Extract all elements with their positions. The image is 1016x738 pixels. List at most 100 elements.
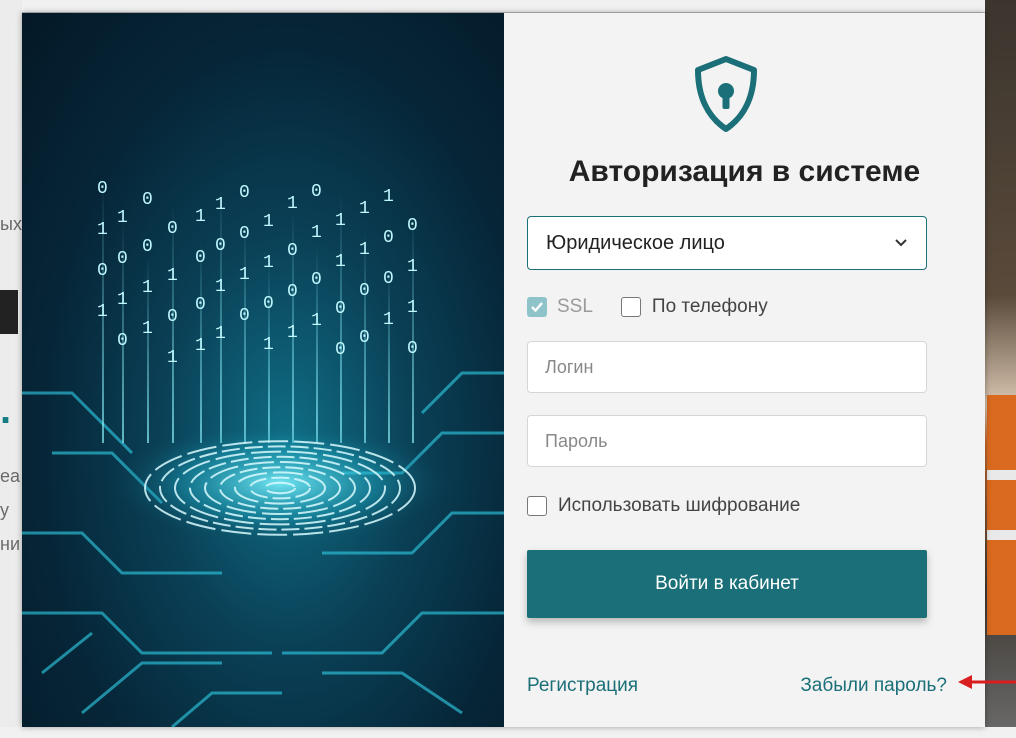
binary-digit-glyph: 1: [287, 323, 298, 343]
password-input[interactable]: Пароль: [527, 415, 927, 467]
fingerprint-hero-image: 0101101001101010011011010010110100110101…: [22, 13, 504, 727]
binary-digit-glyph: 0: [383, 228, 394, 248]
circuit-trace: [22, 531, 222, 575]
background-bottom-strip: [0, 727, 1016, 738]
binary-digit-glyph: 1: [142, 278, 153, 298]
encryption-label: Использовать шифрование: [558, 495, 801, 516]
phone-label: По телефону: [651, 296, 768, 317]
background-text-fragment: ea: [0, 466, 21, 486]
light-beam: [220, 188, 222, 443]
binary-digit-glyph: 1: [335, 252, 346, 272]
binary-digit-glyph: 0: [142, 237, 153, 257]
binary-digit-glyph: 0: [142, 190, 153, 210]
background-dark-block: [0, 290, 18, 334]
binary-digit-glyph: 1: [215, 195, 226, 215]
login-submit-button[interactable]: Войти в кабинет: [527, 550, 927, 618]
entity-type-select[interactable]: Юридическое лицо: [527, 216, 927, 270]
binary-digit-glyph: 1: [407, 257, 418, 277]
circuit-trace: [282, 611, 504, 655]
background-worker-vest: [987, 395, 1016, 635]
binary-digit-glyph: 0: [239, 224, 250, 244]
binary-digit-glyph: 0: [167, 307, 178, 327]
binary-digit-glyph: 1: [311, 311, 322, 331]
page-title: Авторизация в системе: [568, 155, 921, 188]
binary-digit-glyph: 0: [335, 299, 346, 319]
binary-digit-glyph: 1: [335, 211, 346, 231]
background-vest-stripe: [987, 470, 1016, 480]
binary-digit-glyph: 1: [97, 302, 108, 322]
hero-illustration: 0101101001101010011011010010110100110101…: [22, 179, 504, 727]
light-beam: [412, 214, 414, 443]
binary-digit-glyph: 0: [287, 282, 298, 302]
binary-digit-glyph: 0: [195, 248, 206, 268]
chevron-down-icon: [895, 239, 907, 247]
binary-digit-glyph: 0: [97, 179, 108, 199]
background-text-fragment: ни: [0, 534, 20, 554]
binary-digit-glyph: 0: [407, 216, 418, 236]
binary-digit-glyph: 0: [195, 295, 206, 315]
ssl-label: SSL: [557, 296, 593, 317]
binary-digit-glyph: 0: [359, 328, 370, 348]
register-link[interactable]: Регистрация: [527, 675, 638, 697]
binary-digit-glyph: 1: [117, 208, 128, 228]
phone-checkbox[interactable]: [620, 297, 641, 317]
light-beam: [388, 267, 390, 443]
entity-type-value: Юридическое лицо: [546, 231, 725, 254]
background-text-fragment: y: [0, 500, 9, 520]
binary-digit-glyph: 1: [215, 324, 226, 344]
binary-digit-glyph: 0: [117, 331, 128, 351]
background-top-strip: [0, 0, 1016, 12]
binary-digit-glyph: 1: [142, 319, 153, 339]
circuit-trace: [322, 671, 463, 715]
circuit-trace: [81, 661, 222, 715]
shield-keyhole-icon: [695, 56, 757, 132]
connection-options: SSL По телефону: [527, 296, 768, 318]
binary-digit-glyph: 1: [215, 277, 226, 297]
ssl-checkbox[interactable]: [527, 297, 547, 317]
binary-digit-glyph: 0: [359, 281, 370, 301]
background-vest-stripe: [987, 530, 1016, 540]
binary-digit-glyph: 0: [239, 183, 250, 203]
binary-digit-glyph: 1: [167, 266, 178, 286]
binary-digit-glyph: 1: [195, 207, 206, 227]
circuit-trace: [22, 611, 272, 655]
binary-digit-glyph: 1: [407, 298, 418, 318]
binary-digit-glyph: 0: [239, 306, 250, 326]
binary-digit-glyph: 1: [263, 212, 274, 232]
login-input[interactable]: Логин: [527, 341, 927, 393]
password-placeholder: Пароль: [545, 430, 608, 451]
circuit-trace: [22, 391, 134, 455]
binary-digit-glyph: 1: [383, 187, 394, 207]
background-teal-glyph: .: [0, 388, 12, 432]
circuit-trace: [171, 691, 282, 727]
binary-digit-glyph: 1: [195, 336, 206, 356]
encryption-checkbox[interactable]: [527, 496, 547, 516]
binary-digit-glyph: 1: [239, 265, 250, 285]
binary-digit-glyph: 0: [167, 219, 178, 239]
forgot-password-link[interactable]: Забыли пароль?: [800, 675, 947, 697]
binary-digit-glyph: 0: [407, 339, 418, 359]
binary-digit-glyph: 0: [215, 236, 226, 256]
login-panel: Авторизация в системе Юридическое лицо S…: [504, 13, 985, 727]
binary-digit-glyph: 0: [311, 182, 322, 202]
login-placeholder: Логин: [545, 356, 594, 377]
binary-digit-glyph: 1: [263, 253, 274, 273]
light-beam: [244, 225, 246, 443]
binary-digit-glyph: 1: [359, 240, 370, 260]
binary-digit-glyph: 0: [335, 340, 346, 360]
checkmark-icon: [531, 302, 543, 313]
login-modal: 0101101001101010011011010010110100110101…: [22, 13, 985, 727]
binary-digit-glyph: 1: [311, 223, 322, 243]
binary-digit-glyph: 1: [117, 290, 128, 310]
binary-digit-glyph: 0: [263, 294, 274, 314]
background-left-strip: ых . ea y ни: [0, 0, 22, 738]
circuit-trace: [420, 371, 504, 415]
red-arrow-icon: [958, 675, 1016, 689]
binary-digit-glyph: 1: [359, 199, 370, 219]
background-text-fragment: ых: [0, 214, 22, 234]
encryption-option: Использовать шифрование: [527, 495, 800, 517]
circuit-trace: [41, 631, 93, 675]
binary-digit-glyph: 0: [383, 269, 394, 289]
binary-digit-glyph: 1: [263, 335, 274, 355]
binary-digit-glyph: 0: [311, 270, 322, 290]
